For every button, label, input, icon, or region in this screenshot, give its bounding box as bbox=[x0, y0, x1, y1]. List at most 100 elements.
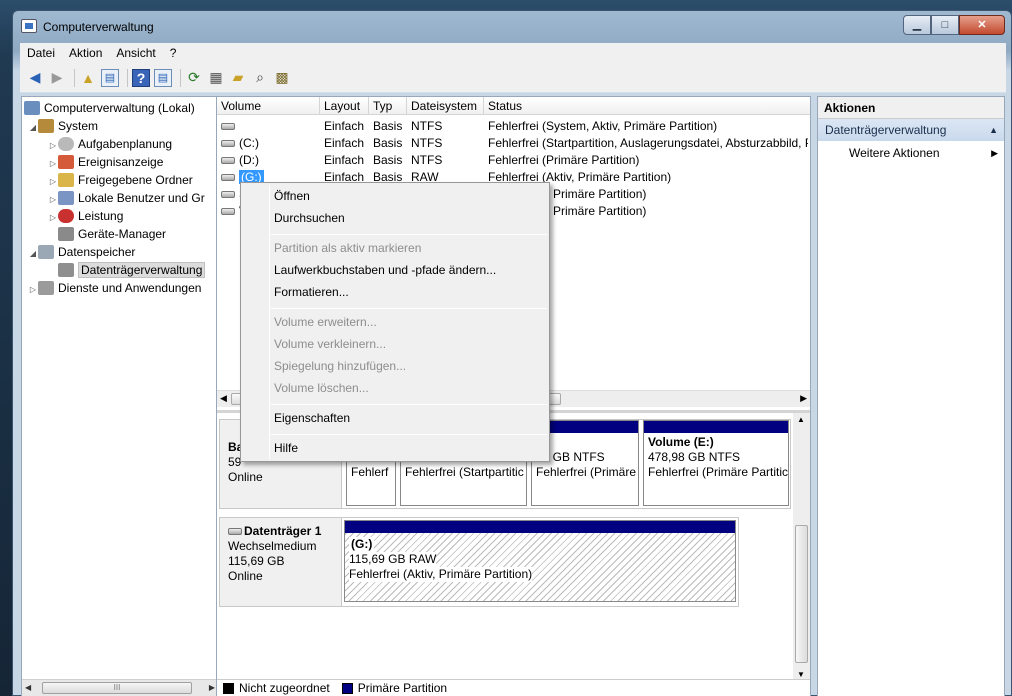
partition-e[interactable]: Volume (E:) 478,98 GB NTFS Fehlerfrei (Pri… bbox=[643, 420, 789, 506]
ctx-oeffnen[interactable]: Öffnen bbox=[274, 185, 310, 207]
column-status[interactable]: Status bbox=[484, 97, 810, 115]
back-arrow-icon[interactable]: ◀ bbox=[26, 69, 44, 87]
close-button[interactable]: ✕ bbox=[959, 15, 1005, 35]
legend: Nicht zugeordnet Primäre Partition bbox=[217, 679, 810, 696]
ctx-hilfe[interactable]: Hilfe bbox=[274, 437, 298, 459]
ctx-formatieren[interactable]: Formatieren... bbox=[274, 281, 349, 303]
partition-g[interactable]: (G:) 115,69 GB RAW Fehlerfrei (Aktiv, Pr… bbox=[344, 520, 736, 602]
scroll-left-icon[interactable]: ◀ bbox=[220, 393, 227, 404]
show-hide-action-pane-icon[interactable]: ▤ bbox=[154, 68, 172, 87]
tree-item-computerverwaltung[interactable]: Computerverwaltung (Lokal) bbox=[24, 99, 195, 117]
expanded-arrow-icon[interactable]: ◢ bbox=[28, 245, 38, 263]
collapsed-arrow-icon[interactable]: ▷ bbox=[28, 281, 38, 299]
menu-help[interactable]: ? bbox=[163, 46, 184, 60]
ctx-volume-verkleinern[interactable]: Volume verkleinern... bbox=[274, 333, 386, 355]
expanded-arrow-icon[interactable]: ◢ bbox=[28, 119, 38, 137]
collapsed-arrow-icon[interactable]: ▷ bbox=[48, 209, 58, 227]
services-icon bbox=[38, 281, 54, 295]
menu-ansicht[interactable]: Ansicht bbox=[109, 46, 162, 60]
maximize-button[interactable]: □ bbox=[931, 15, 959, 35]
scroll-down-icon[interactable]: ▼ bbox=[797, 670, 805, 679]
tree-horizontal-scrollbar[interactable]: ◀ III ▶ bbox=[22, 679, 218, 696]
actions-section-datentraegerverwaltung[interactable]: Datenträgerverwaltung ▲ bbox=[818, 119, 1004, 141]
volume-list-header: Volume Layout Typ Dateisystem Status bbox=[217, 97, 810, 115]
minimize-button[interactable]: ▁ bbox=[903, 15, 931, 35]
window-title: Computerverwaltung bbox=[43, 20, 154, 34]
tree-item-dienste[interactable]: ▷ Dienste und Anwendungen bbox=[28, 279, 201, 297]
tree-item-aufgabenplanung[interactable]: ▷ Aufgabenplanung bbox=[48, 135, 172, 153]
scroll-left-icon[interactable]: ◀ bbox=[25, 683, 31, 692]
actions-header: Aktionen bbox=[818, 97, 1004, 119]
up-folder-icon[interactable]: ▲ bbox=[79, 69, 97, 87]
scroll-up-icon[interactable]: ▲ bbox=[797, 415, 805, 424]
storage-icon bbox=[38, 245, 54, 259]
disk-management-icon bbox=[58, 263, 74, 277]
scroll-right-icon[interactable]: ▶ bbox=[800, 393, 807, 404]
tree-item-system[interactable]: ◢ System bbox=[28, 117, 98, 135]
legend-label: Nicht zugeordnet bbox=[239, 681, 330, 695]
search-icon[interactable]: ⌕ bbox=[251, 69, 269, 87]
context-menu: Öffnen Durchsuchen Partition als aktiv m… bbox=[240, 182, 550, 462]
drive-icon bbox=[221, 191, 235, 198]
open-folder-icon[interactable]: ▰ bbox=[229, 69, 247, 87]
navigation-tree: Computerverwaltung (Lokal) ◢ System ▷ Aufg… bbox=[21, 96, 219, 696]
legend-swatch-unallocated bbox=[223, 682, 234, 694]
settings-icon[interactable]: ▩ bbox=[273, 69, 291, 87]
action-weitere-aktionen[interactable]: Weitere Aktionen ▶ bbox=[818, 141, 1004, 165]
toolbar: ◀ ▶ ▲ ▤ ? ▤ ⟳ ▦ ▰ ⌕ ▩ bbox=[20, 63, 1006, 93]
tree-item-geraete-manager[interactable]: Geräte-Manager bbox=[58, 225, 166, 243]
tree-item-freigegebene-ordner[interactable]: ▷ Freigegebene Ordner bbox=[48, 171, 193, 189]
tree-item-lokale-benutzer[interactable]: ▷ Lokale Benutzer und Gr bbox=[48, 189, 205, 207]
ctx-spiegelung[interactable]: Spiegelung hinzufügen... bbox=[274, 355, 406, 377]
drive-icon bbox=[221, 140, 235, 147]
ctx-durchsuchen[interactable]: Durchsuchen bbox=[274, 207, 345, 229]
column-dateisystem[interactable]: Dateisystem bbox=[407, 97, 484, 115]
legend-label: Primäre Partition bbox=[357, 681, 448, 695]
submenu-arrow-icon: ▶ bbox=[991, 148, 998, 158]
disk-1-info[interactable]: Datenträger 1 Wechselmedium 115,69 GB On… bbox=[220, 518, 342, 606]
scroll-thumb[interactable]: III bbox=[42, 682, 192, 694]
properties-icon[interactable]: ▦ bbox=[207, 69, 225, 87]
app-icon bbox=[21, 19, 37, 33]
show-hide-tree-icon[interactable]: ▤ bbox=[101, 68, 119, 87]
menu-aktion[interactable]: Aktion bbox=[62, 46, 109, 60]
forward-arrow-icon[interactable]: ▶ bbox=[48, 69, 66, 87]
volume-row[interactable]: Einfach Basis NTFS Fehlerfrei (System, A… bbox=[217, 118, 810, 135]
performance-icon bbox=[58, 209, 74, 223]
volume-row[interactable]: (D:) Einfach Basis NTFS Fehlerfrei (Prim… bbox=[217, 152, 810, 169]
tree-item-ereignisanzeige[interactable]: ▷ Ereignisanzeige bbox=[48, 153, 163, 171]
volume-row[interactable]: (C:) Einfach Basis NTFS Fehlerfrei (Star… bbox=[217, 135, 810, 152]
column-volume[interactable]: Volume bbox=[217, 97, 320, 115]
tree-item-datenspeicher[interactable]: ◢ Datenspeicher bbox=[28, 243, 135, 261]
menu-datei[interactable]: Datei bbox=[20, 46, 62, 60]
scroll-right-icon[interactable]: ▶ bbox=[209, 683, 215, 692]
computer-icon bbox=[24, 101, 40, 115]
drive-icon bbox=[221, 157, 235, 164]
tools-icon bbox=[38, 119, 54, 133]
ctx-volume-erweitern[interactable]: Volume erweitern... bbox=[274, 311, 377, 333]
device-manager-icon bbox=[58, 227, 74, 241]
tree-item-leistung[interactable]: ▷ Leistung bbox=[48, 207, 123, 225]
title-bar[interactable]: Computerverwaltung ▁ □ ✕ bbox=[13, 11, 1011, 41]
disk-1-row[interactable]: Datenträger 1 Wechselmedium 115,69 GB On… bbox=[219, 517, 739, 607]
column-typ[interactable]: Typ bbox=[369, 97, 407, 115]
column-layout[interactable]: Layout bbox=[320, 97, 369, 115]
refresh-icon[interactable]: ⟳ bbox=[185, 69, 203, 87]
removable-drive-icon bbox=[228, 528, 242, 535]
drive-icon bbox=[221, 174, 235, 181]
disk-pane-scrollbar[interactable]: ▲ ▼ bbox=[793, 413, 810, 681]
tree-item-datentraegerverwaltung[interactable]: Datenträgerverwaltung bbox=[58, 261, 206, 279]
scroll-thumb[interactable] bbox=[795, 525, 808, 663]
ctx-volume-loeschen[interactable]: Volume löschen... bbox=[274, 377, 369, 399]
menu-bar: Datei Aktion Ansicht ? bbox=[20, 43, 1006, 63]
users-icon bbox=[58, 191, 74, 205]
ctx-eigenschaften[interactable]: Eigenschaften bbox=[274, 407, 350, 429]
ctx-laufwerkbuchstaben[interactable]: Laufwerkbuchstaben und -pfade ändern... bbox=[274, 259, 496, 281]
help-icon[interactable]: ? bbox=[132, 68, 150, 87]
ctx-partition-aktiv[interactable]: Partition als aktiv markieren bbox=[274, 237, 421, 259]
drive-icon bbox=[221, 123, 235, 130]
actions-pane: Aktionen Datenträgerverwaltung ▲ Weitere … bbox=[817, 96, 1005, 696]
drive-icon bbox=[221, 208, 235, 215]
shared-folder-icon bbox=[58, 173, 74, 187]
collapse-arrow-icon[interactable]: ▲ bbox=[989, 119, 998, 141]
